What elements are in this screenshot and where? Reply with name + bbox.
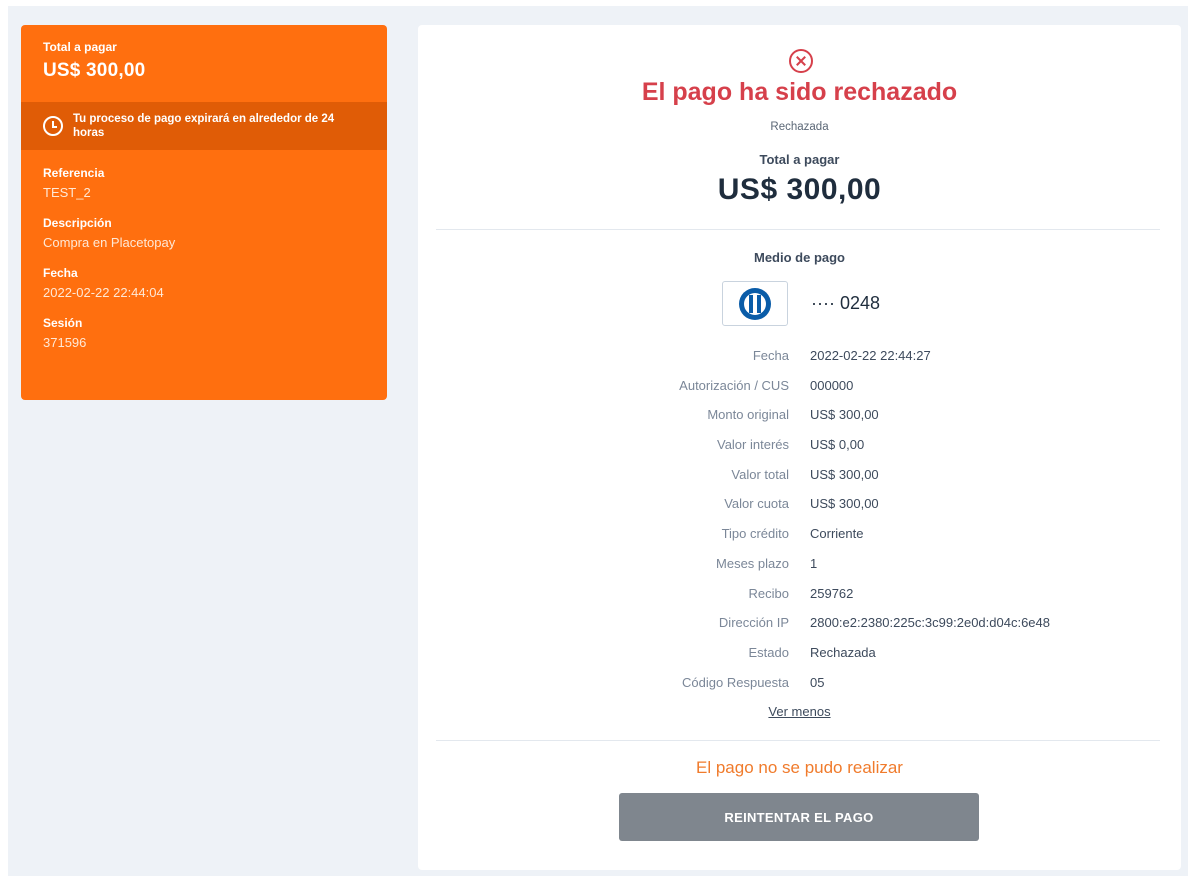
sidebar-field-label: Referencia [43, 166, 105, 180]
diners-club-icon [722, 281, 788, 326]
detail-value: US$ 300,00 [810, 407, 879, 423]
sidebar-field-value: 371596 [43, 335, 87, 350]
detail-value: Rechazada [810, 644, 876, 660]
transaction-details: Fecha 2022-02-22 22:44:27 Autorización / … [418, 344, 1181, 700]
detail-label: Dirección IP [718, 615, 789, 631]
sidebar-field-label: Descripción [43, 216, 112, 230]
expiration-notice: Tu proceso de pago expirará en alrededor… [21, 102, 387, 150]
toggle-details-link[interactable]: Ver menos [418, 704, 1181, 719]
detail-value: US$ 0,00 [810, 437, 865, 453]
detail-row: Monto original US$ 300,00 [418, 403, 1181, 433]
detail-value: US$ 300,00 [810, 466, 879, 482]
clock-icon [43, 116, 63, 136]
sidebar-field-session: Sesión 371596 [21, 316, 387, 350]
failure-message: El pago no se pudo realizar [696, 758, 903, 777]
detail-row: Valor total US$ 300,00 [418, 463, 1181, 493]
detail-row: Dirección IP 2800:e2:2380:225c:3c99:2e0d:… [418, 611, 1181, 641]
retry-payment-button[interactable]: REINTENTAR EL PAGO [619, 793, 979, 841]
divider [436, 740, 1160, 741]
payment-result-card: El pago ha sido rechazado Rechazada Tota… [418, 25, 1181, 870]
sidebar-total-label: Total a pagar [43, 40, 117, 54]
sidebar-field-value: Compra en Placetopay [43, 235, 176, 250]
payment-summary-sidebar: Total a pagar US$ 300,00 Tu proceso de p… [21, 25, 387, 400]
detail-value: 2022-02-22 22:44:27 [810, 348, 931, 363]
detail-label: Valor total [731, 466, 789, 482]
detail-row: Meses plazo 1 [418, 552, 1181, 582]
detail-value: 2800:e2:2380:225c:3c99:2e0d:d04c:6e48 [810, 615, 1050, 631]
divider [436, 229, 1160, 230]
detail-value: 05 [810, 674, 825, 690]
detail-label: Código Respuesta [682, 674, 789, 690]
total-label: Total a pagar [759, 152, 840, 167]
detail-label: Tipo crédito [721, 526, 789, 542]
sidebar-field-value: TEST_2 [43, 185, 91, 200]
result-status: Rechazada [770, 121, 829, 133]
detail-label: Estado [748, 644, 789, 660]
detail-value: 000000 [810, 377, 854, 393]
detail-row: Estado Rechazada [418, 641, 1181, 671]
masked-card-number: ···· 0248 [811, 293, 881, 313]
detail-row: Recibo 259762 [418, 582, 1181, 612]
sidebar-field-date: Fecha 2022-02-22 22:44:04 [21, 266, 387, 300]
detail-value: 259762 [810, 585, 854, 601]
sidebar-total-amount: US$ 300,00 [43, 60, 146, 81]
detail-value: Corriente [810, 526, 864, 542]
detail-label: Autorización / CUS [679, 377, 789, 393]
detail-row: Fecha 2022-02-22 22:44:27 [418, 344, 1181, 374]
detail-label: Fecha [752, 348, 789, 363]
detail-label: Recibo [748, 585, 789, 601]
error-circle-icon [789, 49, 813, 73]
expiration-text: Tu proceso de pago expirará en alrededor… [73, 113, 335, 139]
detail-row: Valor cuota US$ 300,00 [418, 492, 1181, 522]
detail-row: Valor interés US$ 0,00 [418, 433, 1181, 463]
payment-method-label: Medio de pago [754, 250, 845, 265]
sidebar-field-label: Sesión [43, 316, 83, 330]
detail-row: Autorización / CUS 000000 [418, 374, 1181, 404]
detail-label: Valor interés [716, 437, 789, 453]
detail-label: Meses plazo [716, 555, 789, 571]
result-title: El pago ha sido rechazado [641, 78, 958, 106]
detail-label: Monto original [707, 407, 789, 423]
total-amount: US$ 300,00 [717, 173, 882, 206]
detail-label: Valor cuota [724, 496, 789, 512]
detail-value: US$ 300,00 [810, 496, 879, 512]
sidebar-field-reference: Referencia TEST_2 [21, 166, 387, 200]
detail-row: Tipo crédito Corriente [418, 522, 1181, 552]
sidebar-field-value: 2022-02-22 22:44:04 [43, 285, 164, 300]
detail-row: Código Respuesta 05 [418, 671, 1181, 701]
detail-value: 1 [810, 555, 818, 571]
sidebar-total: Total a pagar US$ 300,00 [21, 25, 387, 102]
sidebar-field-label: Fecha [43, 266, 78, 280]
sidebar-field-description: Descripción Compra en Placetopay [21, 216, 387, 250]
